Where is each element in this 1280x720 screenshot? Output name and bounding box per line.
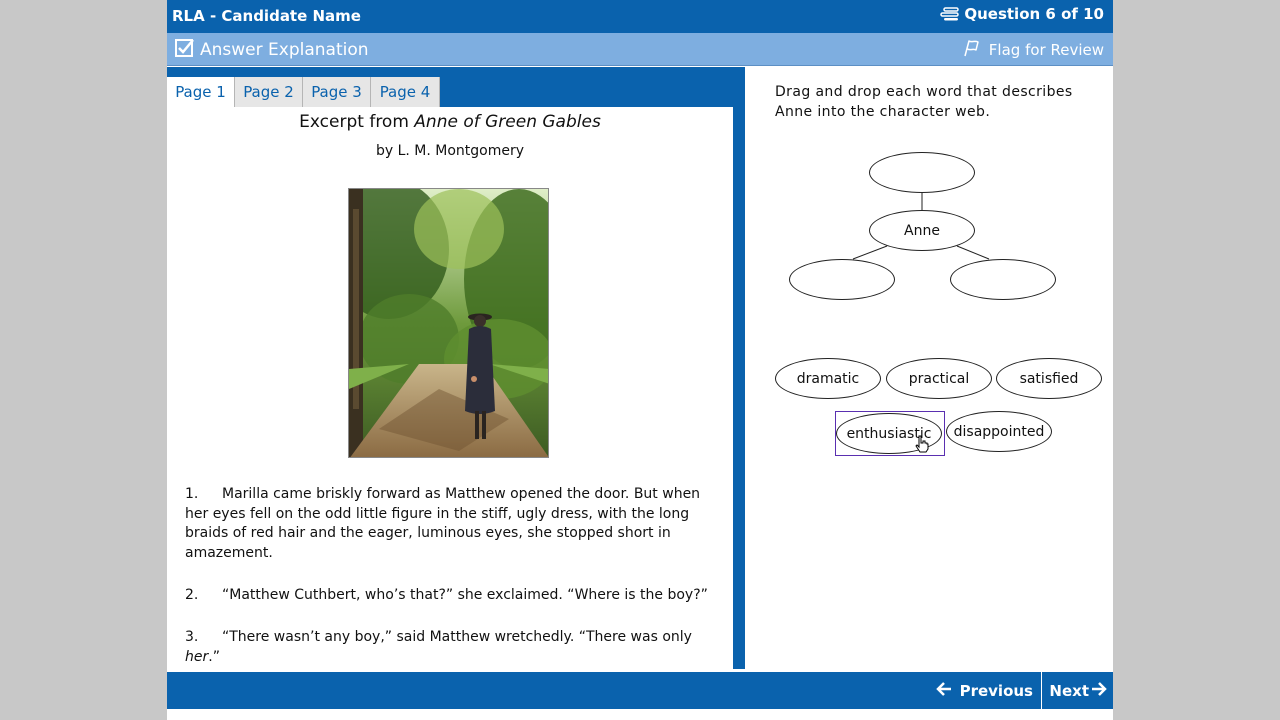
paragraph-text: “Matthew Cuthbert, who’s that?” she excl… [222,587,708,603]
arrow-right-icon [1091,681,1107,701]
drop-target-right[interactable] [950,259,1056,300]
tab-page-2[interactable]: Page 2 [235,77,303,107]
toolbar: Answer Explanation Flag for Review [167,33,1113,66]
answer-explanation-button[interactable]: Answer Explanation [175,38,369,62]
passage-title-prefix: Excerpt from [299,112,415,132]
paragraph-text-end: .” [208,648,220,665]
passage-photo-girl-on-path [348,188,549,458]
previous-button[interactable]: Previous [928,672,1042,709]
word-dramatic[interactable]: dramatic [775,358,881,399]
passage-paragraph-3: 3. “There wasn’t any boy,” said Matthew w… [185,628,725,667]
question-counter-label: Question 6 of 10 [964,5,1104,23]
passage-paragraph-1: 1. Marilla came briskly forward as Matthe… [185,485,725,563]
paragraph-text: Marilla came briskly forward as Matthew … [185,486,701,561]
passage-title-book: Anne of Green Gables [414,112,601,132]
word-disappointed[interactable]: disappointed [946,411,1052,452]
drop-target-left[interactable] [789,259,895,300]
passage-panel[interactable]: Page 1 Page 2 Page 3 Page 4 Excerpt from… [167,67,745,669]
word-satisfied[interactable]: satisfied [996,358,1102,399]
paragraph-number: 1. [185,486,199,502]
footer-bar: Previous Next [167,672,1113,709]
header-bar: RLA - Candidate Name Question 6 of 10 [167,0,1113,33]
hand-cursor-icon [914,435,930,457]
question-counter[interactable]: Question 6 of 10 [940,5,1104,23]
tab-page-3[interactable]: Page 3 [303,77,371,107]
arrow-left-icon [935,681,952,701]
tab-page-4[interactable]: Page 4 [371,77,440,107]
passage-paragraph-2: 2. “Matthew Cuthbert, who’s that?” she ex… [185,586,725,606]
test-window: RLA - Candidate Name Question 6 of 10 An… [167,0,1113,720]
word-practical[interactable]: practical [886,358,992,399]
flag-for-review-label: Flag for Review [988,41,1104,59]
center-node-anne: Anne [869,210,975,251]
passage-author: by L. M. Montgomery [375,143,525,159]
passage-tab-bar: Page 1 Page 2 Page 3 Page 4 [167,67,733,107]
next-label: Next [1049,681,1089,700]
flag-icon [963,39,981,61]
question-list-icon[interactable] [940,7,960,21]
checkbox-icon [175,38,195,63]
paragraph-number: 2. [185,587,199,603]
previous-label: Previous [959,681,1033,700]
tab-page-1[interactable]: Page 1 [167,77,235,107]
paragraph-number: 3. [185,629,199,645]
next-button[interactable]: Next [1049,672,1107,709]
paragraph-text: “There wasn’t any boy,” said Matthew wre… [222,629,692,645]
paragraph-text-italic: her [185,648,209,665]
flag-for-review-button[interactable]: Flag for Review [963,38,1104,62]
question-panel: Drag and drop each word that describes A… [757,67,1113,669]
app-title: RLA - Candidate Name [172,7,361,25]
drop-target-top[interactable] [869,152,975,193]
answer-explanation-label: Answer Explanation [200,40,369,60]
passage-title: Excerpt from Anne of Green Gables [167,112,733,132]
